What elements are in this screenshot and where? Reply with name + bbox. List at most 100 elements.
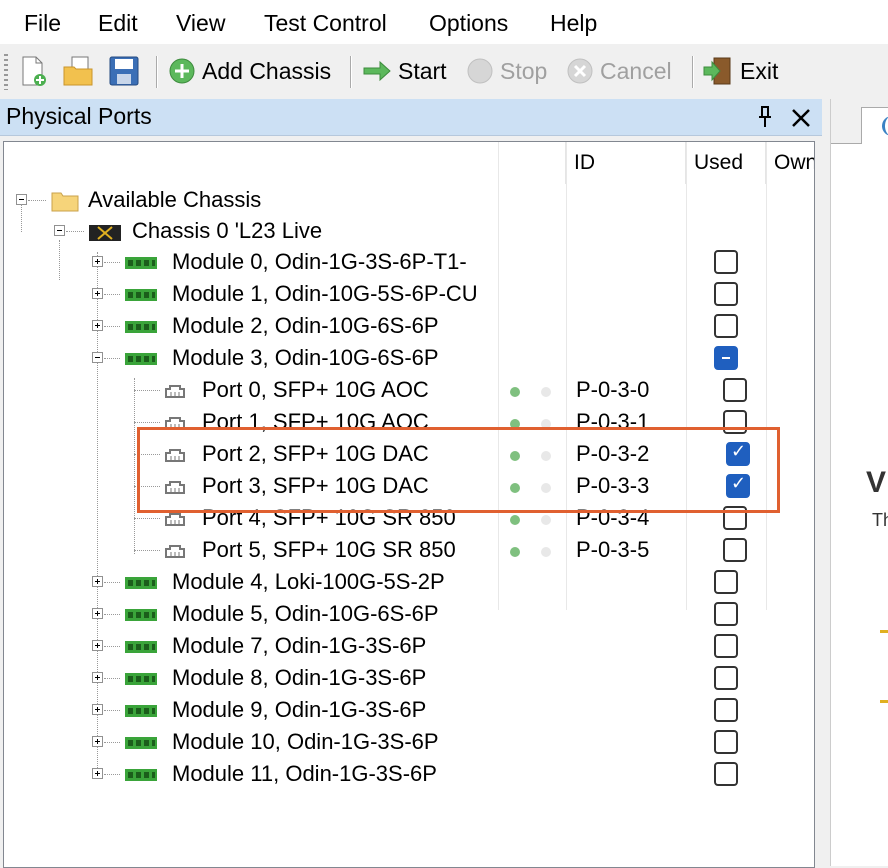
collapse-toggle[interactable] xyxy=(54,225,65,236)
tree-port[interactable]: Port 2, SFP+ 10G DAC P-0-3-2 xyxy=(4,439,814,471)
expand-toggle[interactable] xyxy=(92,320,103,331)
expand-toggle[interactable] xyxy=(92,672,103,683)
port-id: P-0-3-2 xyxy=(576,441,650,466)
tree-label: Chassis 0 'L23 Live xyxy=(132,218,323,243)
physical-ports-header: Physical Ports xyxy=(0,99,822,136)
module-icon xyxy=(125,289,157,301)
menu-file[interactable]: File xyxy=(24,8,61,38)
menu-test-control[interactable]: Test Control xyxy=(264,8,387,38)
link-status-icon xyxy=(510,515,520,525)
right-panel-text: Th xyxy=(872,510,888,530)
tree-module[interactable]: Module 2, Odin-10G-6S-6P xyxy=(4,311,814,343)
new-file-button[interactable] xyxy=(18,52,48,90)
tab-icon xyxy=(882,116,888,136)
expand-toggle[interactable] xyxy=(92,608,103,619)
port-id: P-0-3-1 xyxy=(576,409,650,434)
tree-chassis[interactable]: Chassis 0 'L23 Live xyxy=(4,204,814,248)
tree-port[interactable]: Port 5, SFP+ 10G SR 850 P-0-3-5 xyxy=(4,535,814,567)
expand-toggle[interactable] xyxy=(92,736,103,747)
used-checkbox[interactable] xyxy=(714,314,738,338)
port-id: P-0-3-3 xyxy=(576,473,650,498)
tree-module[interactable]: Module 5, Odin-10G-6S-6P xyxy=(4,599,814,631)
used-checkbox[interactable] xyxy=(723,538,747,562)
add-chassis-button[interactable]: Add Chassis xyxy=(168,52,331,90)
col-id-header[interactable]: ID xyxy=(566,142,686,184)
link-status-icon xyxy=(510,451,520,461)
used-checkbox[interactable] xyxy=(726,441,750,466)
toolbar-grip[interactable] xyxy=(4,54,8,90)
save-button[interactable] xyxy=(108,52,140,90)
expand-toggle[interactable] xyxy=(92,256,103,267)
used-checkbox[interactable] xyxy=(714,250,738,274)
traffic-status-icon xyxy=(541,387,551,397)
arrow-right-icon xyxy=(363,60,391,82)
module-icon xyxy=(125,641,157,653)
expand-toggle[interactable] xyxy=(92,768,103,779)
used-checkbox[interactable] xyxy=(723,506,747,530)
used-checkbox[interactable] xyxy=(714,666,738,690)
exit-button[interactable]: Exit xyxy=(702,52,778,90)
tree-module[interactable]: Module 1, Odin-10G-5S-6P-CU xyxy=(4,279,814,311)
link-status-icon xyxy=(510,387,520,397)
used-checkbox[interactable] xyxy=(726,473,750,498)
port-id: P-0-3-0 xyxy=(576,377,650,402)
used-checkbox[interactable] xyxy=(714,730,738,754)
used-checkbox[interactable] xyxy=(714,282,738,306)
tree-port[interactable]: Port 0, SFP+ 10G AOC P-0-3-0 xyxy=(4,375,814,407)
tree-module[interactable]: Module 9, Odin-1G-3S-6P xyxy=(4,695,814,727)
chassis-icon xyxy=(89,225,121,241)
traffic-status-icon xyxy=(541,515,551,525)
tree-label: Module 3, Odin-10G-6S-6P xyxy=(172,345,439,370)
col-owner-header[interactable]: Own xyxy=(766,142,814,184)
open-folder-icon xyxy=(63,56,93,86)
used-checkbox[interactable] xyxy=(714,570,738,594)
used-checkbox[interactable] xyxy=(714,634,738,658)
stop-button[interactable]: Stop xyxy=(466,52,547,90)
tree-port[interactable]: Port 3, SFP+ 10G DAC P-0-3-3 xyxy=(4,471,814,503)
tree-label: Module 0, Odin-1G-3S-6P-T1- xyxy=(172,249,467,274)
used-checkbox[interactable] xyxy=(714,602,738,626)
tree-module[interactable]: Module 8, Odin-1G-3S-6P xyxy=(4,663,814,695)
menu-options[interactable]: Options xyxy=(429,8,508,38)
stop-circle-icon xyxy=(467,58,493,84)
toolbar-separator xyxy=(350,56,352,88)
module-icon xyxy=(125,609,157,621)
tree-module[interactable]: Module 4, Loki-100G-5S-2P xyxy=(4,567,814,599)
used-checkbox[interactable] xyxy=(723,410,747,434)
close-icon[interactable] xyxy=(790,101,812,136)
cancel-button[interactable]: Cancel xyxy=(566,52,672,90)
tree-label: Module 7, Odin-1G-3S-6P xyxy=(172,633,427,658)
col-name-header[interactable] xyxy=(4,142,566,184)
col-used-header[interactable]: Used xyxy=(686,142,766,184)
start-label: Start xyxy=(398,57,447,84)
tree-port[interactable]: Port 1, SFP+ 10G AOC P-0-3-1 xyxy=(4,407,814,439)
used-checkbox[interactable] xyxy=(714,762,738,786)
toolbar: Add Chassis Start Stop Cancel Exit xyxy=(0,44,888,98)
traffic-status-icon xyxy=(541,483,551,493)
used-checkbox[interactable] xyxy=(714,346,738,370)
expand-toggle[interactable] xyxy=(92,640,103,651)
start-button[interactable]: Start xyxy=(362,52,447,90)
tree-module[interactable]: Module 0, Odin-1G-3S-6P-T1- xyxy=(4,247,814,279)
add-chassis-label: Add Chassis xyxy=(202,57,332,84)
expand-toggle[interactable] xyxy=(92,576,103,587)
tab-start-page[interactable] xyxy=(861,107,888,144)
menu-view[interactable]: View xyxy=(176,8,225,38)
menu-edit[interactable]: Edit xyxy=(98,8,138,38)
used-checkbox[interactable] xyxy=(723,378,747,402)
module-icon xyxy=(125,769,157,781)
menu-help[interactable]: Help xyxy=(550,8,597,38)
tree-module[interactable]: Module 11, Odin-1G-3S-6P xyxy=(4,759,814,791)
tree-module[interactable]: Module 10, Odin-1G-3S-6P xyxy=(4,727,814,759)
expand-toggle[interactable] xyxy=(92,704,103,715)
expand-toggle[interactable] xyxy=(92,288,103,299)
used-checkbox[interactable] xyxy=(714,698,738,722)
ports-tree[interactable]: ID Used Own Available Chassis Chassis 0 … xyxy=(3,141,815,868)
collapse-toggle[interactable] xyxy=(92,352,103,363)
tree-port[interactable]: Port 4, SFP+ 10G SR 850 P-0-3-4 xyxy=(4,503,814,535)
tree-module-expanded[interactable]: Module 3, Odin-10G-6S-6P xyxy=(4,343,814,375)
tree-module[interactable]: Module 7, Odin-1G-3S-6P xyxy=(4,631,814,663)
open-file-button[interactable] xyxy=(62,52,96,90)
pin-icon[interactable] xyxy=(756,105,774,135)
tree-root-available-chassis[interactable]: Available Chassis xyxy=(4,185,814,217)
